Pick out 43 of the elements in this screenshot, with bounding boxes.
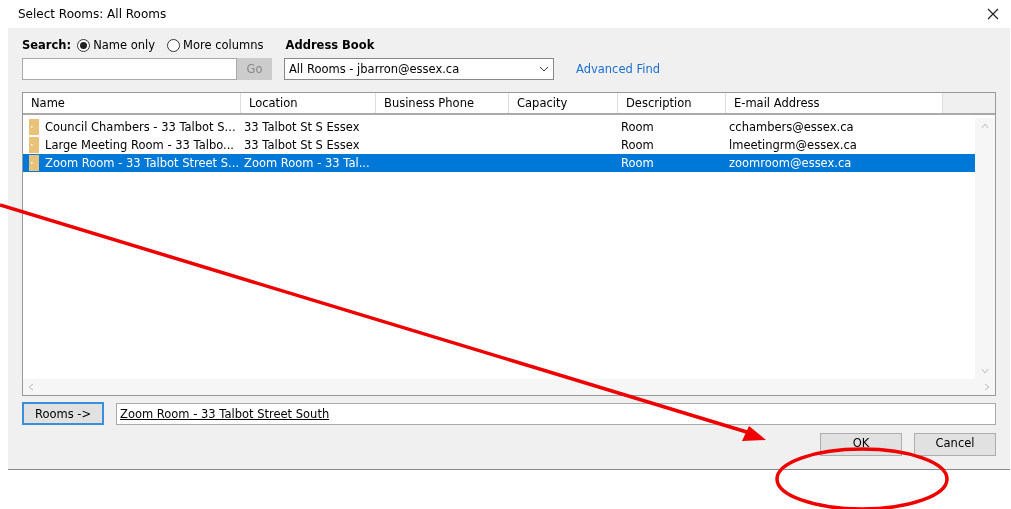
table-cell: Room: [621, 120, 654, 134]
advanced-find-link[interactable]: Advanced Find: [576, 62, 661, 76]
table-cell: Council Chambers - 33 Talbot S...: [45, 120, 236, 134]
table-cell: 33 Talbot St S Essex: [244, 120, 360, 134]
table-cell: Zoom Room - 33 Talbot Street S...: [45, 156, 240, 170]
cancel-button[interactable]: Cancel: [914, 433, 996, 456]
table-cell: Room: [621, 156, 654, 170]
scroll-up-icon[interactable]: [981, 122, 989, 130]
search-radio[interactable]: Name only: [77, 38, 156, 52]
window-title: Select Rooms: All Rooms: [18, 7, 167, 21]
horizontal-scrollbar[interactable]: [23, 379, 995, 395]
room-icon: [29, 137, 39, 153]
room-icon: [29, 155, 39, 171]
header-filler: [943, 93, 995, 113]
rooms-button[interactable]: Rooms ->: [22, 402, 104, 425]
column-header[interactable]: Capacity: [509, 93, 618, 113]
table-cell: Large Meeting Room - 33 Talbo...: [45, 138, 234, 152]
table-cell: cchambers@essex.ca: [729, 120, 854, 134]
scroll-left-icon[interactable]: [27, 383, 35, 391]
column-header[interactable]: Description: [618, 93, 726, 113]
table-cell: Room: [621, 138, 654, 152]
table-row[interactable]: Large Meeting Room - 33 Talbo... 33 Talbot St S Essex Room lmeetingrm@essex.ca: [23, 136, 978, 154]
search-field[interactable]: [22, 58, 237, 80]
scroll-down-icon[interactable]: [981, 367, 989, 375]
column-header[interactable]: Location: [241, 93, 376, 113]
chevron-down-icon: [539, 66, 549, 72]
scroll-right-icon[interactable]: [983, 383, 991, 391]
address-book-label: Address Book: [285, 38, 375, 52]
table-cell: 33 Talbot St S Essex: [244, 138, 360, 152]
table-row[interactable]: Council Chambers - 33 Talbot S... 33 Talbot St S Essex Room cchambers@essex.ca: [23, 118, 978, 136]
room-icon: [29, 119, 39, 135]
close-button[interactable]: [985, 6, 1001, 22]
vertical-scrollbar[interactable]: [975, 118, 995, 379]
search-radio[interactable]: More columns: [167, 38, 264, 52]
column-header[interactable]: Business Phone: [376, 93, 509, 113]
table-row[interactable]: Zoom Room - 33 Talbot Street S... Zoom Room - 33 Tal... Room zoomroom@essex.ca: [23, 154, 978, 172]
table-cell: zoomroom@essex.ca: [729, 156, 852, 170]
rooms-field[interactable]: Zoom Room - 33 Talbot Street South: [116, 402, 996, 425]
search-label: Search:: [22, 38, 72, 52]
address-book-dropdown[interactable]: All Rooms - jbarron@essex.ca: [284, 58, 554, 80]
table-cell: lmeetingrm@essex.ca: [729, 138, 857, 152]
column-header[interactable]: Name: [23, 93, 241, 113]
table-cell: Zoom Room - 33 Tal...: [244, 156, 370, 170]
